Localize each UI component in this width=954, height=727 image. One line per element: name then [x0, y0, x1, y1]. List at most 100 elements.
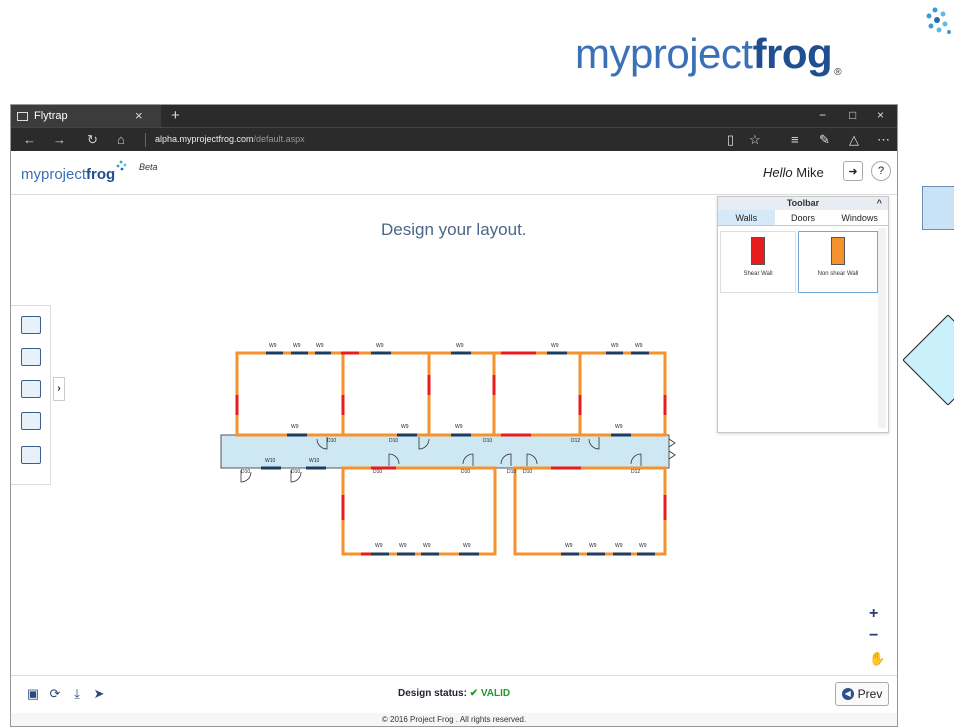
send-icon[interactable]: ➤: [91, 686, 107, 702]
window-label-top: W9: [269, 343, 277, 349]
browser-window: Flytrap × + − □ × ← → ↻ ⌂ alpha.myprojec…: [10, 104, 898, 727]
logout-button[interactable]: ➜: [843, 161, 863, 181]
help-icon: ?: [877, 165, 885, 177]
url-separator: [145, 133, 146, 147]
check-icon: ✔: [469, 688, 479, 699]
design-status: Design status: ✔ VALID: [398, 688, 510, 699]
tab-close-icon[interactable]: ×: [135, 108, 143, 123]
tab-doors[interactable]: Doors: [775, 210, 832, 225]
window-label-bottom: W9: [615, 543, 623, 549]
close-window-button[interactable]: ×: [877, 108, 884, 122]
room-lower-1[interactable]: [341, 466, 497, 556]
zoom-out-icon[interactable]: −: [869, 627, 878, 645]
more-icon[interactable]: ⋯: [877, 132, 890, 148]
single-module-icon[interactable]: [21, 348, 41, 366]
beta-badge: Beta: [139, 162, 158, 172]
app-logo[interactable]: myprojectfrog: [21, 166, 115, 183]
refresh-icon[interactable]: ↻: [87, 132, 98, 148]
non-shear-wall-label: Non shear Wall: [817, 271, 859, 277]
new-tab-button[interactable]: +: [171, 107, 180, 124]
pan-hand-icon[interactable]: ✋: [869, 651, 885, 667]
favorite-star-icon[interactable]: ☆: [749, 132, 761, 148]
shear-wall-tile[interactable]: Shear Wall: [720, 231, 796, 293]
save-icon[interactable]: ▣: [25, 686, 41, 702]
sidebar-expand-button[interactable]: ›: [53, 377, 65, 401]
refresh-design-icon[interactable]: ⟳: [47, 686, 63, 702]
tab-page-icon: [17, 111, 28, 121]
window-label-bottom: W9: [639, 543, 647, 549]
app-logo-part2: frog: [86, 166, 116, 183]
app-logo-sparkle-icon: [116, 160, 127, 171]
tab-walls[interactable]: Walls: [718, 210, 775, 225]
web-note-icon[interactable]: ✎: [819, 132, 830, 148]
brand-logo-part1: myproject: [575, 30, 753, 77]
app-logo-part1: myproject: [21, 166, 87, 183]
address-bar: ← → ↻ ⌂ alpha.myprojectfrog.com/default.…: [11, 127, 897, 151]
chevron-up-icon[interactable]: ^: [877, 197, 882, 210]
minimize-button[interactable]: −: [819, 108, 826, 122]
door-label: D10: [483, 438, 492, 444]
room-upper-5[interactable]: [578, 351, 667, 437]
brand-logo-part2: frog: [752, 30, 833, 77]
door[interactable]: [668, 438, 676, 460]
room-upper-3[interactable]: [427, 351, 496, 437]
back-icon[interactable]: ←: [23, 132, 36, 147]
list-view-icon[interactable]: [21, 316, 41, 334]
download-icon[interactable]: ⤓: [69, 686, 85, 702]
split-module-icon[interactable]: [21, 380, 41, 398]
door-label: D12: [571, 438, 580, 444]
url-host: alpha.myprojectfrog.com: [155, 134, 254, 144]
sparkle-icon: [926, 7, 951, 34]
window-label-bottom: W9: [375, 543, 383, 549]
shear-wall-label: Shear Wall: [743, 271, 773, 277]
toolbar-tabs: Walls Doors Windows: [718, 210, 888, 226]
window-label-mid: W9: [401, 424, 409, 430]
window-label-mid: W9: [615, 424, 623, 430]
multi-module-icon[interactable]: [21, 446, 41, 464]
window-label-top: W9: [456, 343, 464, 349]
room-lower-2[interactable]: [513, 466, 667, 556]
window-label-bottom: W9: [423, 543, 431, 549]
brand-registered-mark: ®: [834, 67, 842, 78]
forward-icon[interactable]: →: [53, 132, 66, 147]
reading-view-icon[interactable]: ▯: [727, 132, 734, 148]
prev-label: Prev: [857, 687, 883, 701]
url-field[interactable]: alpha.myprojectfrog.com/default.aspx: [155, 134, 305, 144]
decorative-diamond: [903, 315, 954, 405]
share-icon[interactable]: △: [849, 132, 859, 148]
brand-logo: myprojectfrog ®: [575, 30, 842, 78]
toolbar-title: Toolbar: [786, 198, 820, 208]
logout-icon: ➜: [848, 165, 858, 178]
door-label: D12: [631, 469, 640, 475]
zoom-in-icon[interactable]: +: [869, 605, 878, 623]
bottom-bar: ▣ ⟳ ⤓ ➤ Design status: ✔ VALID ◀ Prev: [11, 675, 897, 713]
tab-windows[interactable]: Windows: [831, 210, 888, 225]
window-label-top: W9: [293, 343, 301, 349]
non-shear-wall-tile[interactable]: Non shear Wall: [798, 231, 878, 293]
room-upper-4[interactable]: [492, 351, 582, 437]
door-label: D10: [373, 469, 382, 475]
corridor[interactable]: [220, 434, 670, 469]
page-title: Design your layout.: [381, 220, 527, 239]
room-upper-2[interactable]: [341, 351, 431, 437]
home-icon[interactable]: ⌂: [117, 132, 125, 147]
hub-icon[interactable]: ≡: [791, 132, 799, 147]
toolbar-scrollbar[interactable]: [878, 228, 886, 428]
corridor-window-label: W10: [309, 458, 320, 464]
door-label: D10: [507, 469, 516, 475]
window-label-bottom: W9: [463, 543, 471, 549]
door-label: D10: [461, 469, 470, 475]
non-shear-wall-swatch: [831, 237, 845, 265]
door-label: D10: [389, 438, 398, 444]
window-label-mid: W9: [291, 424, 299, 430]
prev-button[interactable]: ◀ Prev: [835, 682, 889, 706]
help-button[interactable]: ?: [871, 161, 891, 181]
floor-plan[interactable]: W9 W9 W9 W9 W9 W9 W9 W9 W9 W9 W9 W9 W10 …: [211, 335, 691, 575]
room-upper-1[interactable]: [235, 351, 345, 437]
toolbar-header[interactable]: Toolbar ^: [718, 197, 888, 210]
user-name: Mike: [796, 165, 824, 180]
window-label-mid: W9: [455, 424, 463, 430]
maximize-button[interactable]: □: [849, 108, 856, 122]
status-label: Design status:: [398, 688, 467, 699]
grid-module-icon[interactable]: [21, 412, 41, 430]
